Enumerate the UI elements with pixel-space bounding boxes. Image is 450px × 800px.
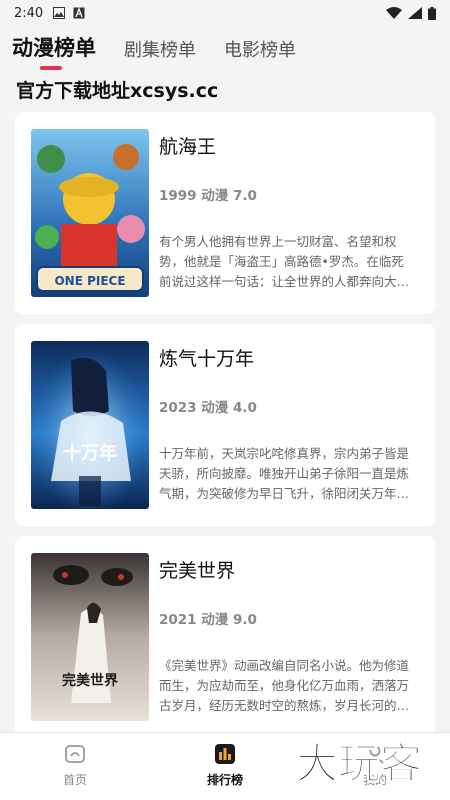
watermark-logo: 大玩客 <box>296 738 423 788</box>
card-title: 完美世界 <box>159 560 236 582</box>
card-description: 十万年前，天岚宗叱咤修真界，宗内弟子皆是天骄，所向披靡。唯独开山弟子徐阳一直是炼… <box>159 446 410 501</box>
status-bar: 2:40 <box>0 0 450 26</box>
keyboard-a-icon <box>73 7 85 19</box>
tab-anime-ranking[interactable]: 动漫榜单 <box>12 32 96 70</box>
poster-lettering: 完美世界 <box>62 672 119 689</box>
battery-icon <box>428 6 436 20</box>
card-description: 《完美世界》动画改编自同名小说。他为修道而生，为应劫而至，他身化亿万血雨，洒落万… <box>159 658 410 713</box>
card-meta: 2021 动漫 9.0 <box>159 612 257 628</box>
list-item[interactable]: ONE PIECE 航海王 1999 动漫 7.0 有个男人他拥有世界上一切财富… <box>15 112 435 314</box>
poster-image[interactable]: 十万年 <box>31 341 149 509</box>
card-title: 航海王 <box>159 136 217 158</box>
image-icon <box>53 7 66 19</box>
ranking-icon <box>215 744 235 764</box>
svg-text:大玩客: 大玩客 <box>296 739 422 788</box>
nav-ranking[interactable]: 排行榜 <box>150 733 300 800</box>
poster-lettering: 十万年 <box>63 442 117 464</box>
nav-home[interactable]: 首页 <box>0 733 150 800</box>
list-item[interactable]: 完美世界 完美世界 2021 动漫 9.0 《完美世界》动画改编自同名小说。他为… <box>15 536 435 738</box>
ranking-tabs: 动漫榜单 剧集榜单 电影榜单 <box>0 30 450 70</box>
wifi-icon <box>386 7 402 19</box>
card-description: 有个男人他拥有世界上一切财富、名望和权势，他就是「海盗王」高路德•罗杰。在临死前… <box>159 234 410 289</box>
poster-image[interactable]: ONE PIECE <box>31 129 149 297</box>
tab-movie-ranking[interactable]: 电影榜单 <box>224 36 296 68</box>
status-time: 2:40 <box>14 5 44 21</box>
tab-series-ranking[interactable]: 剧集榜单 <box>124 36 196 68</box>
card-meta: 2023 动漫 4.0 <box>159 400 257 416</box>
download-notice[interactable]: 官方下载地址xcsys.cc <box>16 76 218 103</box>
list-item[interactable]: 十万年 炼气十万年 2023 动漫 4.0 十万年前，天岚宗叱咤修真界，宗内弟子… <box>15 324 435 526</box>
card-meta: 1999 动漫 7.0 <box>159 188 257 204</box>
poster-lettering: ONE PIECE <box>54 274 125 288</box>
card-title: 炼气十万年 <box>159 348 255 370</box>
nav-label: 排行榜 <box>206 773 243 787</box>
home-icon <box>65 745 85 763</box>
poster-image[interactable]: 完美世界 <box>31 553 149 721</box>
signal-icon <box>408 7 422 19</box>
nav-label: 首页 <box>62 773 87 787</box>
